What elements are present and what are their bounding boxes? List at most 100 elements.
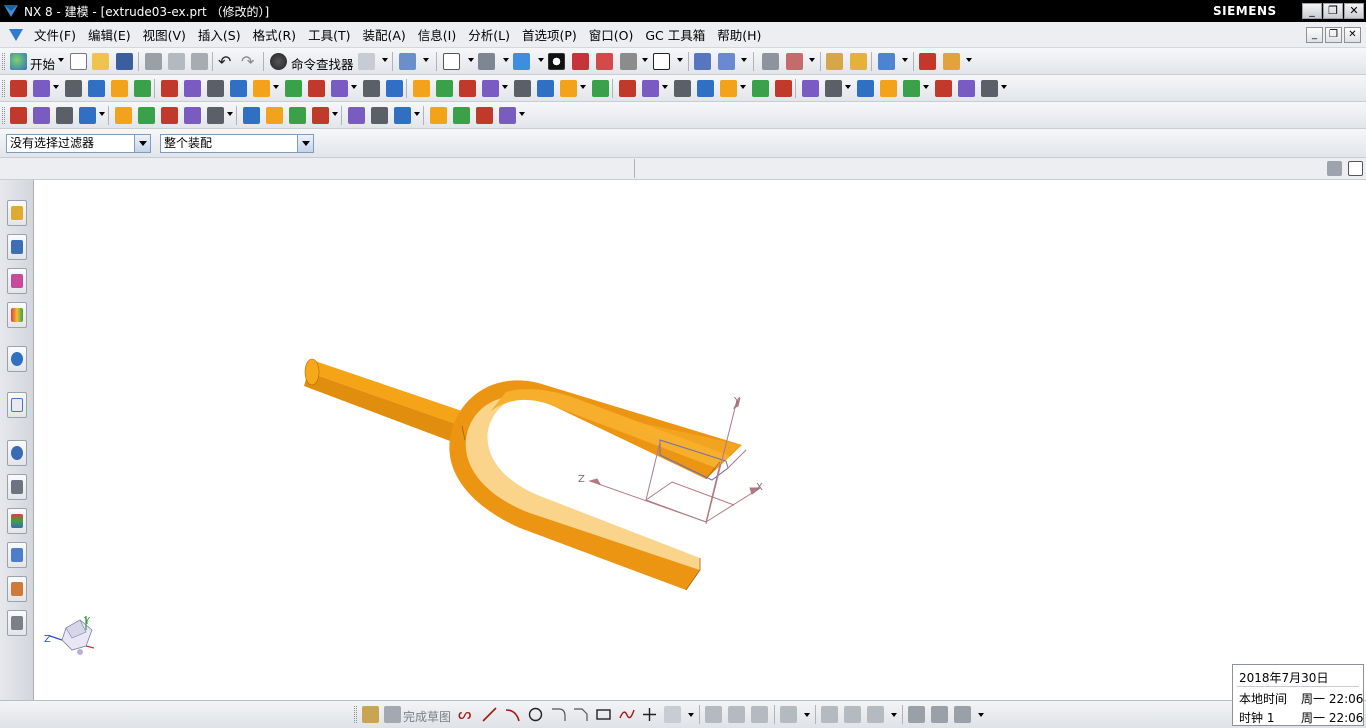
rectangle-icon[interactable] — [595, 706, 612, 723]
draft-icon[interactable] — [537, 80, 554, 97]
sew-icon[interactable] — [752, 80, 769, 97]
selection-scope-select[interactable]: 整个装配 — [160, 134, 314, 153]
constraints-icon[interactable] — [780, 706, 797, 723]
join-curve-icon[interactable] — [312, 107, 329, 124]
start-icon[interactable] — [10, 53, 27, 70]
measure-distance-icon[interactable] — [919, 53, 936, 70]
measure-angle-icon[interactable] — [943, 53, 960, 70]
move-to-layer-icon[interactable] — [786, 53, 803, 70]
replace-face-icon[interactable] — [476, 107, 493, 124]
project-curve-icon[interactable] — [348, 107, 365, 124]
ruled-icon[interactable] — [880, 80, 897, 97]
trim-body-icon[interactable] — [560, 80, 577, 97]
finish-sketch-button[interactable]: 完成草图 — [403, 708, 451, 725]
system-scenes-icon[interactable] — [7, 542, 27, 568]
sketch-icon[interactable] — [10, 80, 27, 97]
part-history-icon[interactable] — [7, 610, 27, 636]
app-menu-icon[interactable] — [8, 27, 24, 43]
undo-icon[interactable]: ↶ — [218, 53, 235, 70]
menu-format[interactable]: 格式(R) — [247, 25, 302, 44]
pattern-icon[interactable] — [619, 80, 636, 97]
menu-help[interactable]: 帮助(H) — [711, 25, 767, 44]
binoculars-icon[interactable] — [270, 53, 287, 70]
unite-icon[interactable] — [386, 80, 403, 97]
part-navigator-icon[interactable] — [7, 268, 27, 294]
thicken-icon[interactable] — [720, 80, 737, 97]
mirror-icon[interactable] — [642, 80, 659, 97]
menu-info[interactable]: 信息(I) — [412, 25, 462, 44]
delete-face-icon[interactable] — [453, 107, 470, 124]
full-screen-icon[interactable] — [1348, 161, 1363, 176]
menu-analysis[interactable]: 分析(L) — [462, 25, 516, 44]
cylinder-icon[interactable] — [111, 80, 128, 97]
inferred-dimension-icon[interactable] — [844, 706, 861, 723]
minimize-button[interactable]: _ — [1302, 3, 1322, 19]
resize-blend-icon[interactable] — [499, 107, 516, 124]
cut-icon[interactable] — [145, 53, 162, 70]
utility-icon[interactable] — [878, 53, 895, 70]
divide-curve-icon[interactable] — [266, 107, 283, 124]
pad-icon[interactable] — [230, 80, 247, 97]
chevron-down-icon[interactable] — [134, 135, 150, 152]
command-finder-button[interactable]: 命令查找器 — [291, 54, 354, 73]
menu-view[interactable]: 视图(V) — [137, 25, 192, 44]
arc-icon[interactable] — [56, 107, 73, 124]
composite-curve-icon[interactable] — [371, 107, 388, 124]
point-icon[interactable] — [641, 706, 658, 723]
revolve-icon[interactable] — [65, 80, 82, 97]
patch-icon[interactable] — [775, 80, 792, 97]
line-icon[interactable] — [481, 706, 498, 723]
project-curve-icon[interactable] — [908, 706, 925, 723]
datum-plane-icon[interactable] — [331, 80, 348, 97]
subtract-icon[interactable] — [413, 80, 430, 97]
snap-view-icon[interactable] — [826, 53, 843, 70]
reuse-library-icon[interactable] — [7, 302, 27, 328]
extrude-icon[interactable] — [33, 80, 50, 97]
bridge-curve-icon[interactable] — [207, 107, 224, 124]
convert-reference-icon[interactable] — [867, 706, 884, 723]
doc-restore-button[interactable]: ❐ — [1325, 27, 1342, 43]
offset-curve-icon[interactable] — [184, 107, 201, 124]
through-curves-icon[interactable] — [857, 80, 874, 97]
constraint-navigator-icon[interactable] — [7, 234, 27, 260]
selection-tool-icon[interactable] — [358, 53, 375, 70]
line-icon[interactable] — [33, 107, 50, 124]
intersect-icon[interactable] — [436, 80, 453, 97]
check-mate-icon[interactable] — [430, 107, 447, 124]
profile-icon[interactable]: ᔕ — [458, 706, 475, 723]
wireframe-icon[interactable] — [620, 53, 637, 70]
finish-sketch-icon[interactable] — [384, 706, 401, 723]
arc-icon[interactable] — [504, 706, 521, 723]
restore-button[interactable]: ❐ — [1323, 3, 1343, 19]
menu-assembly[interactable]: 装配(A) — [356, 25, 411, 44]
extract-icon[interactable] — [802, 80, 819, 97]
reference-icon[interactable] — [7, 576, 27, 602]
chamfer-icon[interactable] — [572, 706, 589, 723]
menu-insert[interactable]: 插入(S) — [192, 25, 247, 44]
n-sided-icon[interactable] — [935, 80, 952, 97]
type-filter-select[interactable]: 没有选择过滤器 — [6, 134, 151, 153]
roles-nav-icon[interactable] — [7, 508, 27, 534]
web-browser-icon[interactable] — [7, 346, 27, 372]
manufacturing-wizard-icon[interactable] — [7, 474, 27, 500]
save-icon[interactable] — [116, 53, 133, 70]
model-view[interactable]: Y Z X Y Z — [35, 181, 1366, 700]
sketch-icon[interactable] — [362, 706, 379, 723]
menu-gc-toolbox[interactable]: GC 工具箱 — [639, 25, 711, 44]
rib-icon[interactable] — [308, 80, 325, 97]
boss-icon[interactable] — [184, 80, 201, 97]
shell-icon[interactable] — [514, 80, 531, 97]
new-file-icon[interactable] — [70, 53, 87, 70]
visualization-icon[interactable] — [850, 53, 867, 70]
assembly-navigator-icon[interactable] — [7, 200, 27, 226]
quick-trim-icon[interactable] — [705, 706, 722, 723]
menu-tools[interactable]: 工具(T) — [302, 25, 356, 44]
groove-icon[interactable] — [285, 80, 302, 97]
edge-blend-icon[interactable] — [459, 80, 476, 97]
studio-spline-icon[interactable] — [618, 706, 635, 723]
make-corner-icon[interactable] — [751, 706, 768, 723]
datum-axis-icon[interactable] — [363, 80, 380, 97]
chevron-down-icon[interactable] — [297, 135, 313, 152]
quick-extend-icon[interactable] — [728, 706, 745, 723]
clip-section-icon[interactable] — [596, 53, 613, 70]
